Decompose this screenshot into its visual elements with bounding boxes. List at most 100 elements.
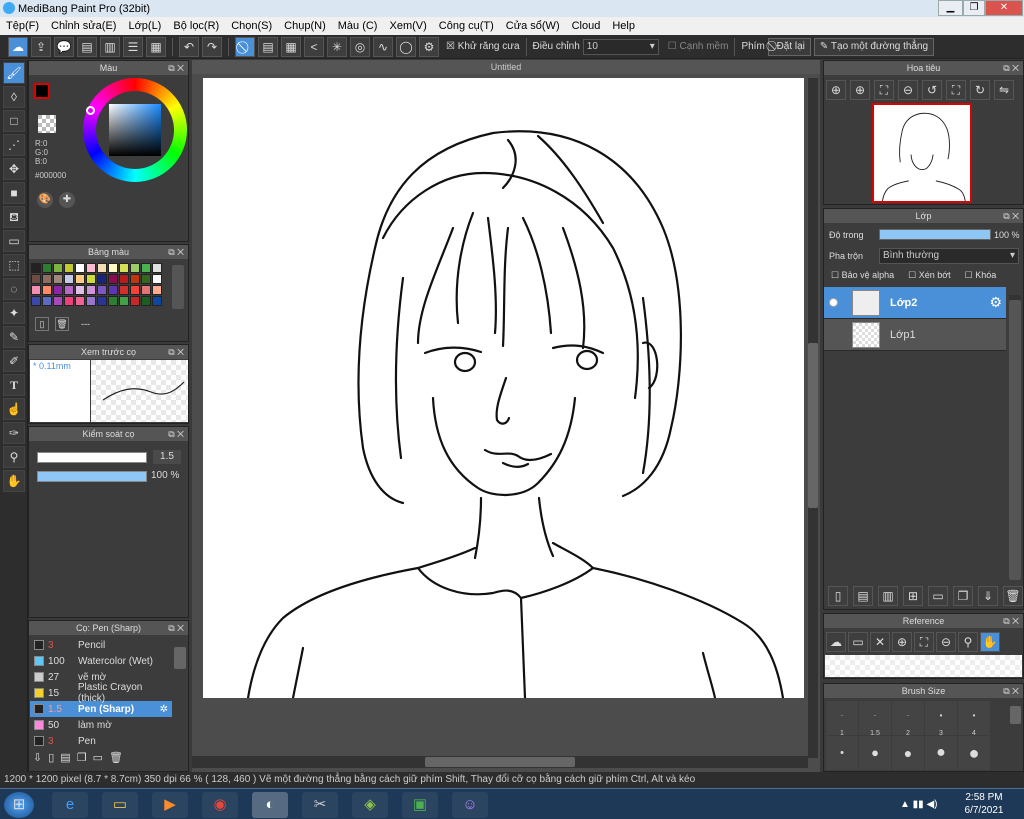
folder-open-icon[interactable]: ▭	[848, 632, 868, 652]
cloud-download-icon[interactable]: ⇩	[33, 751, 42, 764]
brush-opacity-slider[interactable]	[37, 471, 147, 482]
palette-swatch[interactable]	[31, 296, 41, 306]
new-halftone-layer-icon[interactable]: ▤	[853, 586, 873, 606]
add-layer-menu-icon[interactable]: ⊞	[903, 586, 923, 606]
select-eraser-tool-icon[interactable]: ✐	[3, 350, 25, 372]
magic-wand-tool-icon[interactable]: ✦	[3, 302, 25, 324]
palette-swatch[interactable]	[42, 296, 52, 306]
share-icon[interactable]: ⇪	[31, 36, 51, 57]
gradient-tool-icon[interactable]: ▭	[3, 230, 25, 252]
palette-icon[interactable]: 🎨	[37, 192, 53, 208]
gear-icon[interactable]: ✲	[160, 704, 168, 715]
folder-icon[interactable]: ▭	[93, 751, 103, 764]
snap-settings-icon[interactable]: ⚙	[419, 36, 439, 57]
transparent-color-swatch[interactable]	[38, 115, 56, 133]
undo-icon[interactable]: ↶	[179, 36, 199, 57]
close-icon[interactable]: ⧉ ✕	[1003, 614, 1019, 628]
comment-icon[interactable]: 💬	[54, 36, 74, 57]
straight-line-button[interactable]: ✎ Tạo một đường thẳng	[813, 37, 935, 56]
palette-swatch[interactable]	[86, 263, 96, 273]
brush-item[interactable]: 3 Pen	[30, 733, 172, 749]
size-cell[interactable]: ●	[958, 736, 990, 770]
menu-tool[interactable]: Công cụ(T)	[433, 20, 500, 32]
menu-help[interactable]: Help	[606, 20, 641, 32]
zoom-out-icon[interactable]: ⊖	[898, 80, 918, 100]
reset-button[interactable]: ⃠ Đặt lại	[767, 37, 811, 56]
hand-icon[interactable]: ✋	[980, 632, 1000, 652]
snap-curve-icon[interactable]: ∿	[373, 36, 393, 57]
minimize-button[interactable]: ▁	[938, 0, 963, 16]
menu-layer[interactable]: Lớp(L)	[122, 20, 167, 32]
maximize-button[interactable]: ❐	[963, 0, 985, 16]
palette-swatch[interactable]	[64, 274, 74, 284]
palette-swatch[interactable]	[42, 263, 52, 273]
palette-swatch[interactable]	[141, 274, 151, 284]
folder-icon[interactable]: ▭	[928, 586, 948, 606]
hue-handle[interactable]	[86, 106, 95, 115]
layer-row-selected[interactable]: Lớp2 ⚙	[824, 287, 1006, 319]
palette-swatch[interactable]	[130, 274, 140, 284]
palette-swatch[interactable]	[97, 274, 107, 284]
palette-swatch[interactable]	[75, 296, 85, 306]
game-icon[interactable]: ◈	[352, 792, 388, 818]
document-icon[interactable]: ▥	[100, 36, 120, 57]
size-cell[interactable]: •	[826, 736, 858, 770]
palette-swatch[interactable]	[108, 285, 118, 295]
palette-swatch[interactable]	[42, 285, 52, 295]
new-8bit-layer-icon[interactable]: ▥	[878, 586, 898, 606]
reference-image-area[interactable]	[825, 655, 1022, 677]
medibang-icon[interactable]: ◐	[252, 792, 288, 818]
palette-swatch[interactable]	[119, 263, 129, 273]
edge-checkbox[interactable]: ☐ Cạnh mềm	[668, 41, 729, 52]
snipping-tool-icon[interactable]: ✂	[302, 792, 338, 818]
operation-tool-icon[interactable]: ☝	[3, 398, 25, 420]
select-tool-icon[interactable]: ⬚	[3, 254, 25, 276]
foreground-color-swatch[interactable]	[34, 83, 50, 99]
brush-item[interactable]: 50 làm mờ	[30, 717, 172, 733]
new-brush-icon[interactable]: ▯	[48, 751, 54, 764]
merge-layer-icon[interactable]: ⇓	[978, 586, 998, 606]
move-tool-icon[interactable]: ✥	[3, 158, 25, 180]
brush-item[interactable]: 3 Pencil	[30, 637, 172, 653]
canvas-tab[interactable]: Untitled	[192, 60, 820, 74]
close-icon[interactable]: ⧉ ✕	[168, 245, 184, 259]
palette-swatch[interactable]	[86, 285, 96, 295]
fullscreen-icon[interactable]: ⛶	[946, 80, 966, 100]
blend-mode-select[interactable]: Bình thường ▾	[879, 248, 1019, 264]
rotate-left-icon[interactable]: ↺	[922, 80, 942, 100]
cloud-open-icon[interactable]: ☁	[826, 632, 846, 652]
palette-swatch[interactable]	[141, 285, 151, 295]
zoom-in-icon[interactable]: ⊕	[826, 80, 846, 100]
close-icon[interactable]: ⧉ ✕	[1003, 684, 1019, 698]
close-reference-icon[interactable]: ✕	[870, 632, 890, 652]
vertical-scrollbar[interactable]	[808, 78, 818, 758]
fit-icon[interactable]: ⛶	[914, 632, 934, 652]
palette-swatch[interactable]	[53, 285, 63, 295]
palette-swatch[interactable]	[130, 263, 140, 273]
close-icon[interactable]: ⧉ ✕	[168, 427, 184, 441]
snap-grid-icon[interactable]: ▦	[281, 36, 301, 57]
flip-icon[interactable]: ⇋	[994, 80, 1014, 100]
rectangle-tool-icon[interactable]: □	[3, 110, 25, 132]
protect-alpha-checkbox[interactable]: ☐ Bảo vệ alpha	[831, 270, 894, 281]
eye-icon[interactable]	[829, 298, 838, 310]
palette-swatch[interactable]	[152, 285, 162, 295]
file-explorer-icon[interactable]: ▭	[102, 792, 138, 818]
gear-icon[interactable]: ⚙	[989, 294, 1002, 311]
palette-swatch[interactable]	[97, 263, 107, 273]
brush-size-scrollbar[interactable]	[1010, 706, 1021, 724]
brush-size-slider[interactable]	[37, 452, 147, 463]
eraser-tool-icon[interactable]: ◊	[3, 86, 25, 108]
start-button[interactable]: ⊞	[4, 792, 34, 818]
palette-swatch[interactable]	[75, 285, 85, 295]
palette-swatch[interactable]	[97, 285, 107, 295]
snap-off-icon[interactable]: ⃠	[235, 36, 255, 57]
menu-snap[interactable]: Chụp(N)	[278, 20, 332, 32]
media-player-icon[interactable]: ▶	[152, 792, 188, 818]
palette-swatch[interactable]	[130, 296, 140, 306]
palette-swatch[interactable]	[119, 285, 129, 295]
hand-tool-icon[interactable]: ✋	[3, 470, 25, 492]
saturation-value-square[interactable]	[109, 104, 161, 156]
palette-swatch[interactable]	[97, 296, 107, 306]
size-cell[interactable]: ●	[925, 736, 957, 770]
